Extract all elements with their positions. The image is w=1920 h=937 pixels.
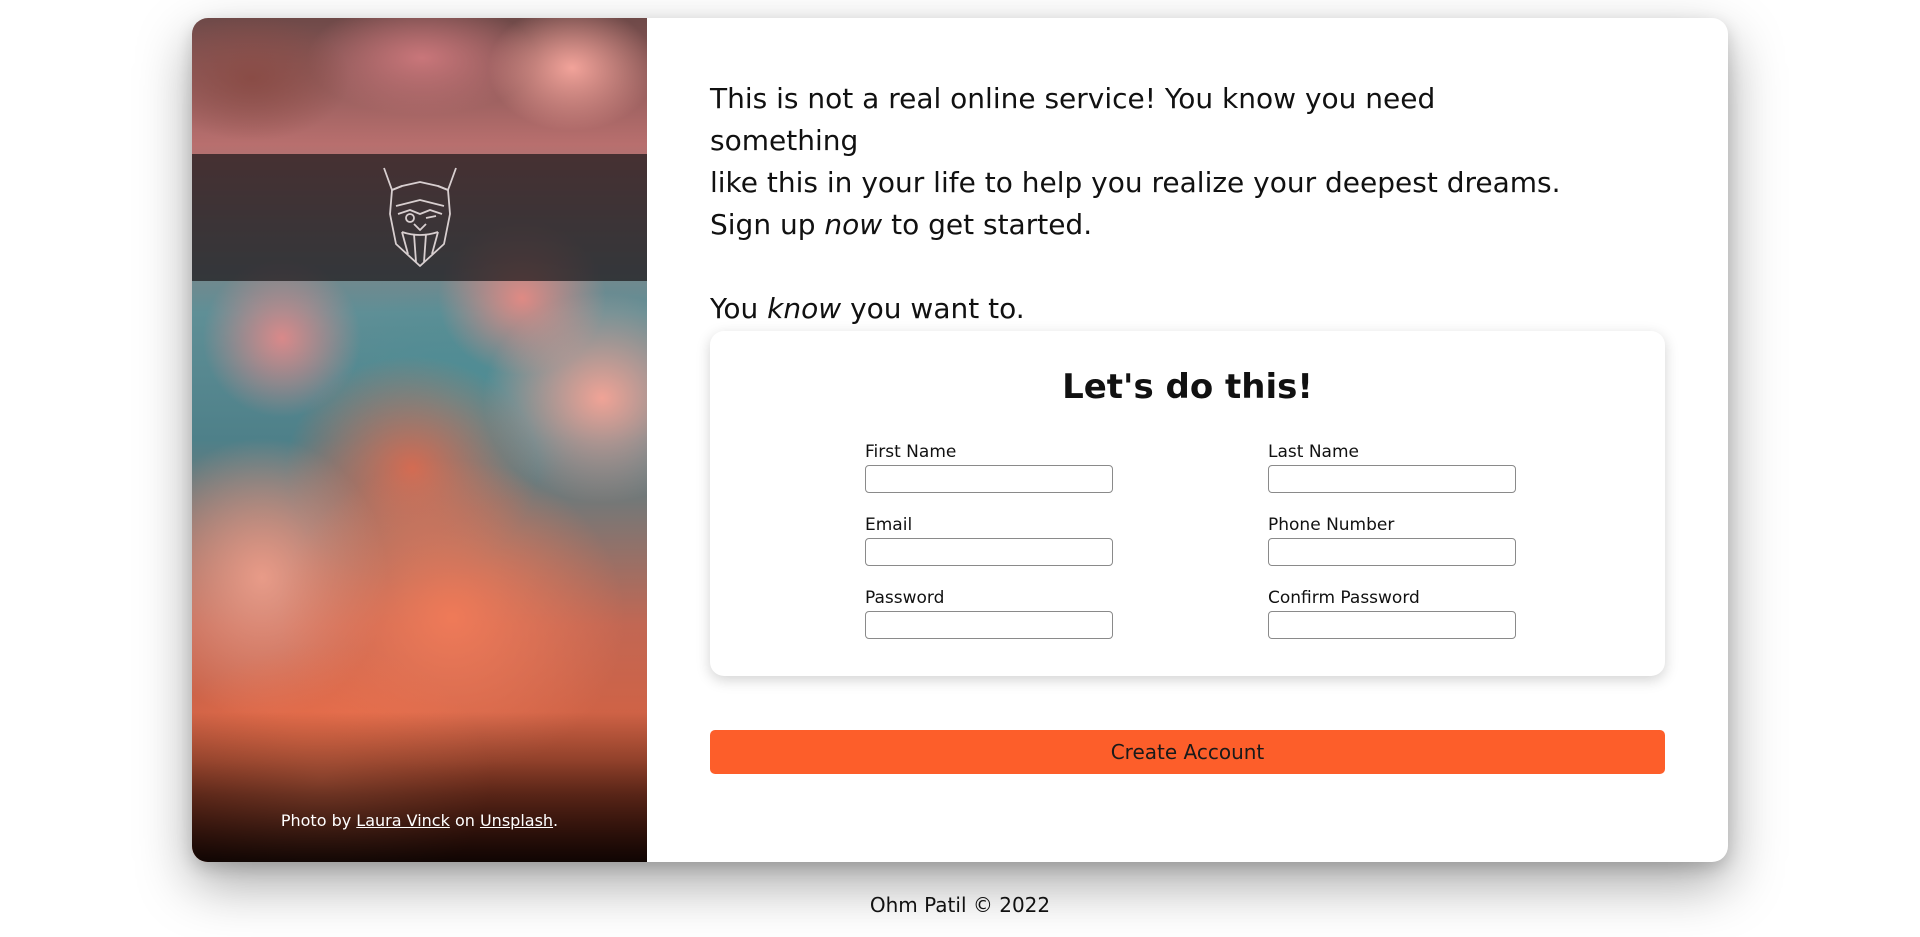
main-content: This is not a real online service! You k… — [647, 18, 1728, 862]
phone-number-label: Phone Number — [1268, 515, 1395, 535]
intro-now-emphasis: now — [824, 208, 883, 241]
know-start: You — [710, 292, 768, 325]
page: Photo by Laura Vinck on Unsplash. This i… — [0, 0, 1920, 937]
intro-line-2: like this in your life to help you reali… — [710, 166, 1561, 199]
confirm-password-label: Confirm Password — [1268, 588, 1420, 608]
cloud-photo-panel: Photo by Laura Vinck on Unsplash. — [192, 18, 647, 862]
intro-text: This is not a real online service! You k… — [710, 78, 1570, 246]
photographer-link[interactable]: Laura Vinck — [356, 811, 450, 830]
form-fields: First Name Last Name Email Phone Number — [865, 441, 1516, 639]
intro-line-3-end: to get started. — [882, 208, 1093, 241]
know-emphasis: know — [767, 292, 842, 325]
password-field: Password — [865, 587, 1113, 639]
confirm-password-field: Confirm Password — [1268, 587, 1516, 639]
email-label: Email — [865, 515, 913, 535]
footer-copyright: Ohm Patil © 2022 — [869, 893, 1051, 917]
intro-line-1: This is not a real online service! You k… — [710, 82, 1436, 157]
password-label: Password — [865, 588, 945, 608]
email-input[interactable] — [865, 538, 1113, 566]
credit-prefix: Photo by — [280, 811, 357, 830]
credit-suffix: . — [553, 811, 559, 830]
signup-form: Let's do this! First Name Last Name Emai… — [710, 331, 1665, 676]
signup-card: Photo by Laura Vinck on Unsplash. This i… — [192, 18, 1728, 862]
credit-middle: on — [449, 811, 480, 830]
last-name-field: Last Name — [1268, 441, 1516, 493]
last-name-input[interactable] — [1268, 465, 1516, 493]
unsplash-link[interactable]: Unsplash — [480, 811, 553, 830]
first-name-input[interactable] — [865, 465, 1113, 493]
first-name-field: First Name — [865, 441, 1113, 493]
form-title: Let's do this! — [1062, 367, 1313, 407]
create-account-button[interactable]: Create Account — [710, 730, 1665, 774]
phone-number-input[interactable] — [1268, 538, 1516, 566]
know-end: you want to. — [841, 292, 1025, 325]
viking-head-icon — [382, 167, 457, 267]
first-name-label: First Name — [865, 442, 957, 462]
know-line: You know you want to. — [710, 288, 1665, 330]
phone-number-field: Phone Number — [1268, 514, 1516, 566]
password-input[interactable] — [865, 611, 1113, 639]
photo-credit: Photo by Laura Vinck on Unsplash. — [192, 811, 647, 830]
email-field: Email — [865, 514, 1113, 566]
intro-line-3-start: Sign up — [710, 208, 825, 241]
last-name-label: Last Name — [1268, 442, 1359, 462]
logo-band — [192, 154, 647, 281]
confirm-password-input[interactable] — [1268, 611, 1516, 639]
intro-line-3: Sign up now to get started. — [710, 204, 1570, 246]
